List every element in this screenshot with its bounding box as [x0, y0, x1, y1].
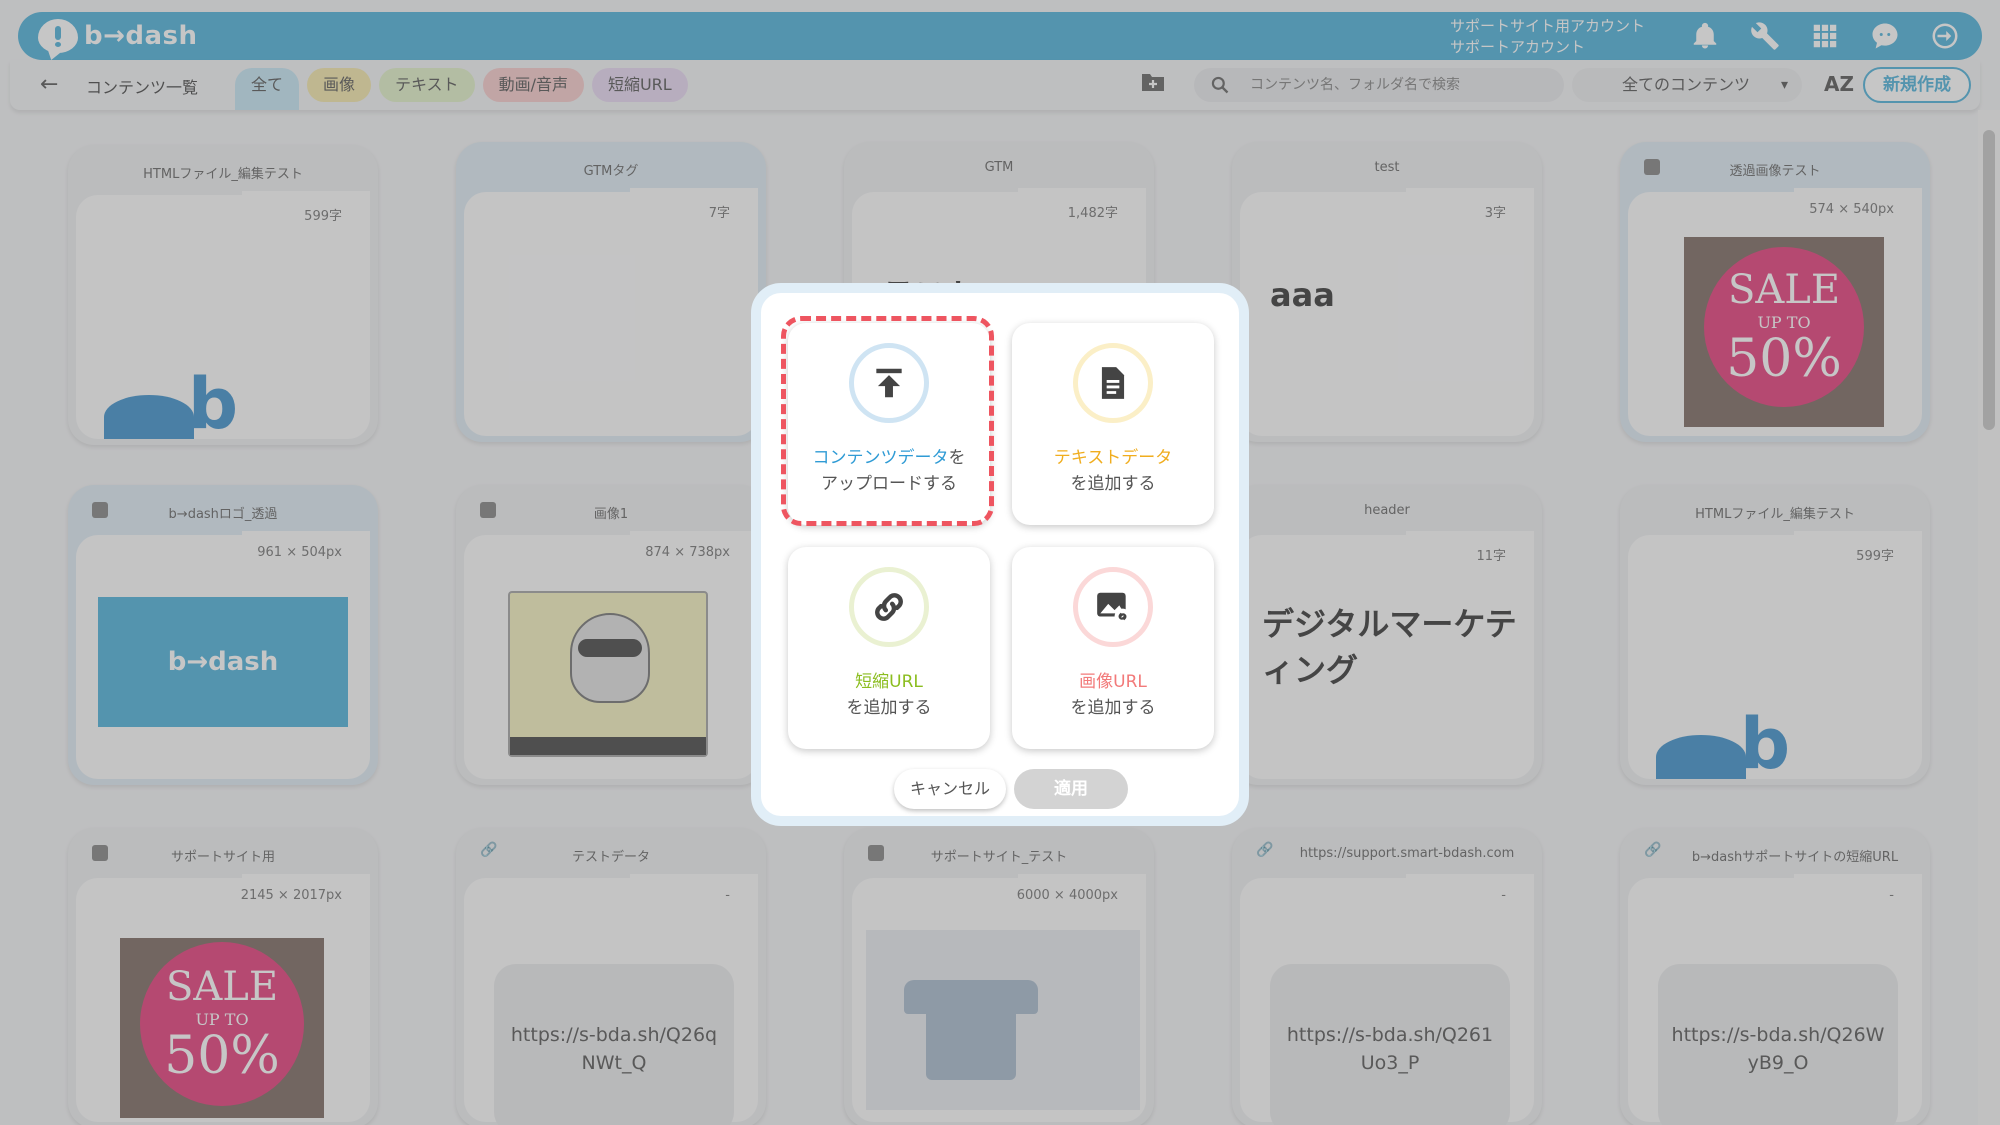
- option-subtitle: を追加する: [1070, 698, 1156, 718]
- link-icon: [849, 567, 929, 647]
- document-icon: [1073, 343, 1153, 423]
- apply-button[interactable]: 適用: [1014, 769, 1128, 809]
- add-content-modal: コンテンツデータを アップロードする テキストデータ を追加する 短縮URL を…: [751, 283, 1249, 826]
- option-title: 画像URL: [1079, 672, 1147, 692]
- option-subtitle: を追加する: [1070, 474, 1156, 494]
- option-subtitle: を追加する: [846, 698, 932, 718]
- cancel-button[interactable]: キャンセル: [894, 769, 1006, 809]
- option-add-text[interactable]: テキストデータ を追加する: [1012, 323, 1214, 525]
- image-link-icon: [1073, 567, 1153, 647]
- option-add-image-url[interactable]: 画像URL を追加する: [1012, 547, 1214, 749]
- highlight-annotation: [781, 316, 994, 526]
- option-add-short-url[interactable]: 短縮URL を追加する: [788, 547, 990, 749]
- option-title: 短縮URL: [855, 672, 923, 692]
- option-title: テキストデータ: [1053, 448, 1173, 468]
